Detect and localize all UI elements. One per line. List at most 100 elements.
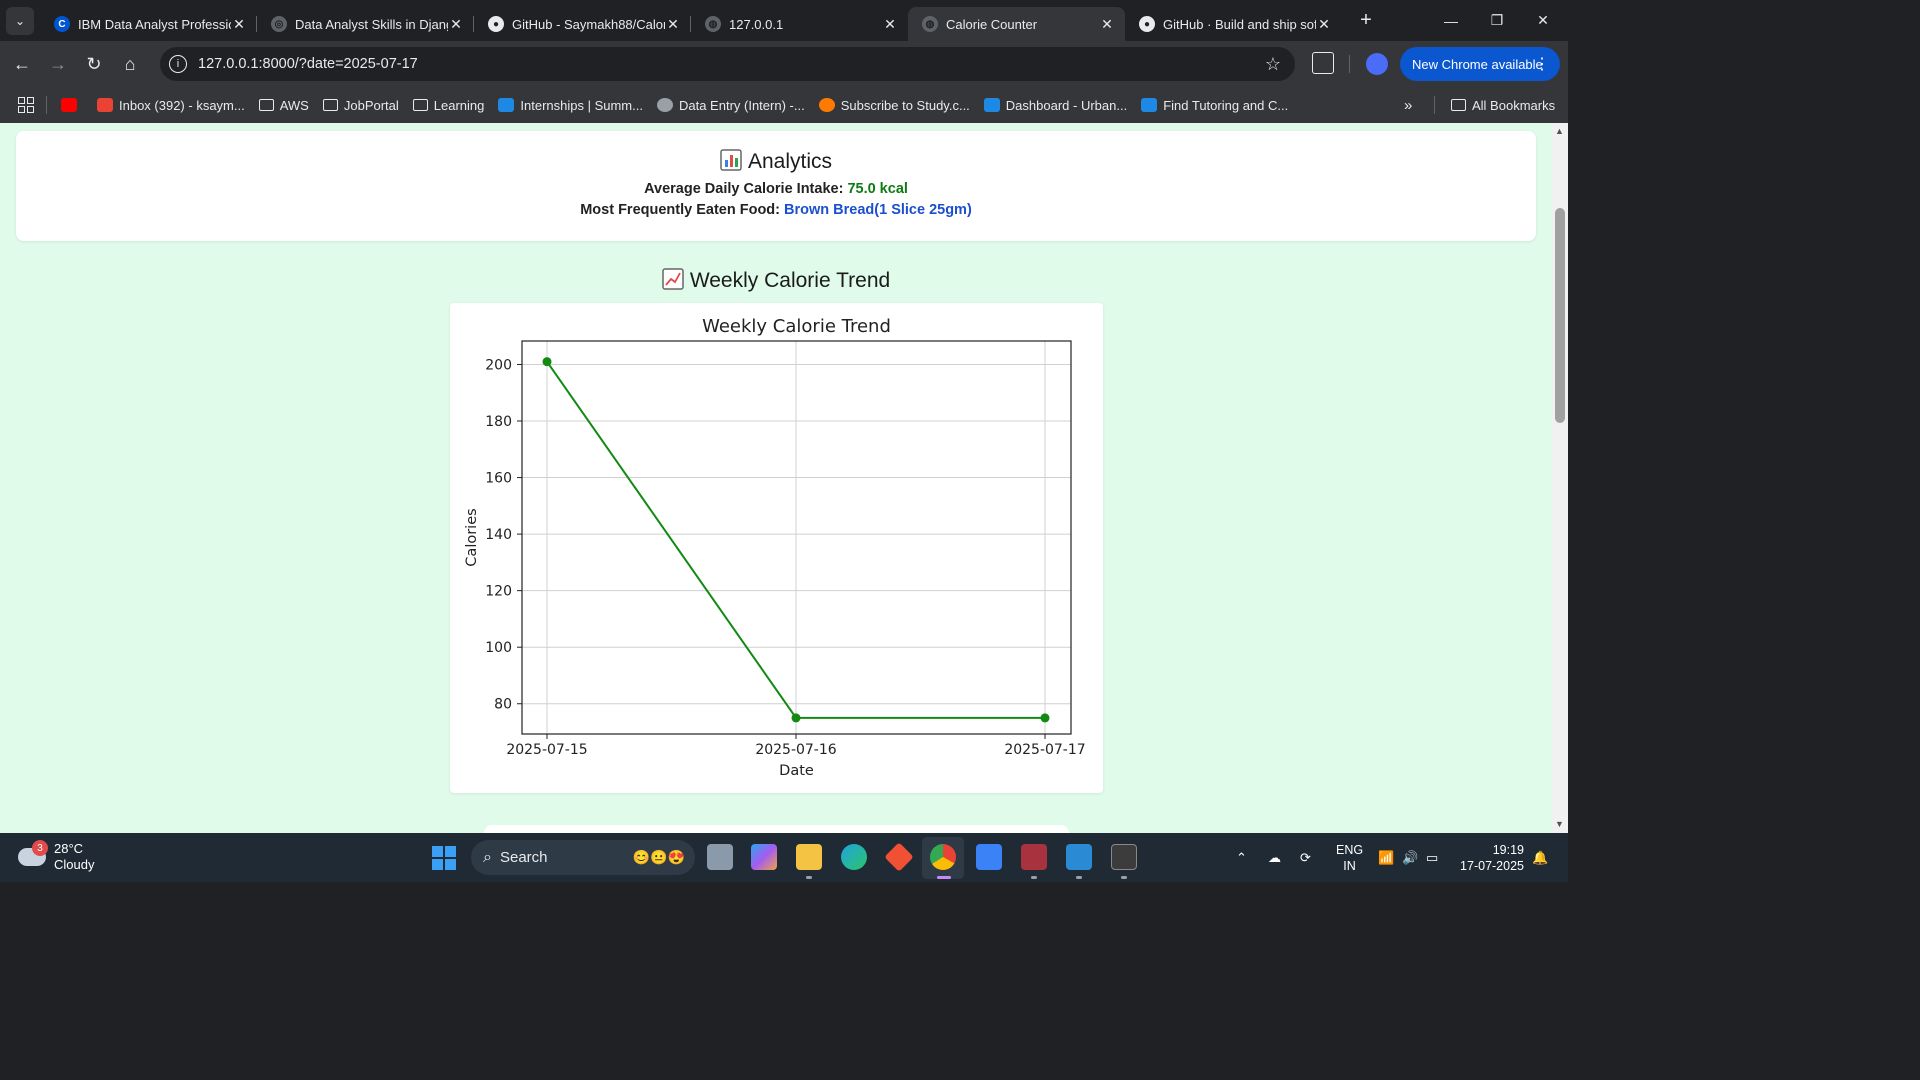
restore-button[interactable]: ❐ [1474, 0, 1520, 41]
more-bookmarks-icon[interactable]: » [1404, 97, 1412, 114]
close-tab-icon[interactable]: ✕ [231, 16, 247, 33]
tab-search-button[interactable]: ⌄ [6, 6, 34, 35]
close-tab-icon[interactable]: ✕ [448, 16, 464, 33]
bookmark-label: Subscribe to Study.c... [840, 97, 970, 113]
start-button[interactable] [432, 846, 456, 870]
clock[interactable]: 19:19 17-07-2025 [1458, 833, 1524, 882]
search-icon: ⌕ [483, 848, 492, 866]
reload-button[interactable]: ↻ [76, 46, 112, 82]
notepad-icon[interactable] [976, 844, 1002, 870]
notifications-icon[interactable]: 🔔 [1532, 833, 1548, 882]
bookmark-item[interactable]: Learning [412, 98, 484, 113]
browser-tab[interactable]: C IBM Data Analyst Professio ✕ [40, 7, 257, 41]
avg-intake-line: Average Daily Calorie Intake: 75.0 kcal [16, 182, 1536, 197]
profile-avatar[interactable] [1366, 53, 1388, 75]
taskbar-search[interactable]: ⌕ Search 😊😐😍 [471, 840, 695, 875]
bookmark-item[interactable]: Find Tutoring and C... [1141, 98, 1288, 113]
onedrive-icon[interactable]: ☁ [1268, 833, 1281, 882]
close-tab-icon[interactable]: ✕ [882, 16, 898, 33]
all-bookmarks-button[interactable]: All Bookmarks [1451, 98, 1555, 113]
bookmark-item[interactable]: Dashboard - Urban... [983, 98, 1127, 113]
home-button[interactable]: ⌂ [112, 46, 148, 82]
urban-icon [983, 98, 1000, 112]
minimize-button[interactable]: — [1428, 0, 1474, 41]
analytics-card: Analytics Average Daily Calorie Intake: … [16, 131, 1536, 241]
running-indicator [1031, 876, 1037, 879]
home-icon: ⌂ [124, 53, 136, 74]
page-content: Analytics Average Daily Calorie Intake: … [0, 123, 1552, 833]
bookmark-star-icon[interactable]: ☆ [1265, 54, 1281, 75]
close-tab-icon[interactable]: ✕ [1316, 16, 1332, 33]
volume-icon[interactable]: 🔊 [1402, 833, 1418, 882]
close-window-button[interactable]: ✕ [1520, 0, 1566, 41]
more-menu-icon[interactable]: ⋮ [1534, 54, 1550, 74]
bookmark-item[interactable] [61, 98, 83, 112]
chevron-down-icon: ⌄ [14, 13, 26, 28]
bookmark-label: Find Tutoring and C... [1163, 97, 1289, 113]
sync-icon[interactable]: ⟳ [1300, 833, 1311, 882]
wifi-icon[interactable]: 📶 [1378, 833, 1394, 882]
weekly-calorie-chart: 80 100 120 140 160 180 200 2025-07-15 2025-07-16… [464, 316, 1086, 779]
site-info-icon[interactable]: i [169, 55, 187, 73]
bookmark-item[interactable]: Inbox (392) - ksaym... [97, 98, 245, 113]
folder-icon [1451, 99, 1466, 111]
terminal-icon[interactable] [1111, 844, 1137, 870]
bookmark-item[interactable]: Subscribe to Study.c... [818, 97, 970, 113]
scrollbar-thumb[interactable] [1555, 208, 1565, 423]
github-icon: ● [488, 16, 504, 32]
edge-icon[interactable] [841, 844, 867, 870]
scroll-down-icon[interactable]: ▼ [1555, 819, 1564, 829]
region-label: IN [1343, 858, 1356, 873]
avg-intake-label: Average Daily Calorie Intake: [644, 181, 844, 197]
browser-tab[interactable]: ◍ Calorie Counter ✕ [908, 7, 1125, 41]
all-bookmarks-label: All Bookmarks [1472, 97, 1556, 113]
data-point [791, 713, 801, 723]
extensions-icon[interactable] [1312, 52, 1334, 74]
git-icon[interactable] [884, 842, 914, 872]
apps-grid-icon[interactable] [18, 97, 34, 113]
bookmark-label: Data Entry (Intern) -... [678, 97, 805, 113]
browser-tab[interactable]: ◍ 127.0.0.1 ✕ [691, 7, 908, 41]
new-chrome-available-button[interactable]: New Chrome available ⋮ [1400, 47, 1560, 81]
browser-toolbar: ← → ↻ ⌂ i 127.0.0.1:8000/?date=2025-07-1… [0, 41, 1568, 87]
avg-intake-value: 75.0 kcal [847, 181, 908, 197]
bookmark-item[interactable]: Internships | Summ... [498, 98, 643, 113]
weather-widget[interactable]: 3 28°C Cloudy [18, 840, 94, 873]
winrar-icon[interactable] [1021, 844, 1047, 870]
bookmark-item[interactable]: AWS [258, 97, 309, 113]
browser-tab[interactable]: ● GitHub · Build and ship sof ✕ [1125, 7, 1342, 41]
address-bar[interactable]: i 127.0.0.1:8000/?date=2025-07-17 ☆ [160, 47, 1295, 81]
youtube-icon [61, 98, 77, 112]
language-indicator[interactable]: ENG IN [1336, 833, 1363, 882]
scroll-up-icon[interactable]: ▲ [1555, 126, 1564, 136]
tab-title: GitHub · Build and ship sof [1163, 16, 1316, 32]
back-button[interactable]: ← [4, 46, 40, 82]
globe-icon: ◍ [705, 16, 721, 32]
notification-badge: 3 [32, 840, 48, 856]
data-point [1040, 713, 1050, 723]
new-tab-button[interactable]: + [1352, 9, 1380, 32]
active-indicator [937, 876, 951, 879]
chrome-icon[interactable] [930, 844, 956, 870]
battery-icon[interactable]: ▭ [1426, 833, 1438, 882]
bookmark-label: AWS [279, 97, 309, 113]
browser-tab[interactable]: ◎ Data Analyst Skills in Djang ✕ [257, 7, 474, 41]
tray-chevron-icon[interactable]: ⌃ [1236, 833, 1247, 882]
bookmark-item[interactable]: JobPortal [322, 98, 399, 113]
close-tab-icon[interactable]: ✕ [665, 16, 681, 33]
copilot-icon[interactable] [751, 844, 777, 870]
bar-chart-icon [720, 149, 742, 171]
file-explorer-icon[interactable] [796, 844, 822, 870]
close-tab-icon[interactable]: ✕ [1099, 16, 1115, 33]
gmail-icon [97, 98, 113, 112]
tab-title: GitHub - Saymakh88/Calor [512, 16, 665, 32]
page-scrollbar[interactable]: ▲ ▼ [1552, 123, 1568, 833]
forward-button[interactable]: → [40, 46, 76, 82]
task-view-icon[interactable] [707, 844, 733, 870]
vscode-icon[interactable] [1066, 844, 1092, 870]
bookmark-item[interactable]: Data Entry (Intern) -... [656, 97, 805, 113]
y-tick-label: 160 [485, 471, 512, 487]
x-tick-label: 2025-07-17 [1004, 742, 1085, 758]
line-chart-icon [662, 268, 684, 290]
browser-tab[interactable]: ● GitHub - Saymakh88/Calor ✕ [474, 7, 691, 41]
